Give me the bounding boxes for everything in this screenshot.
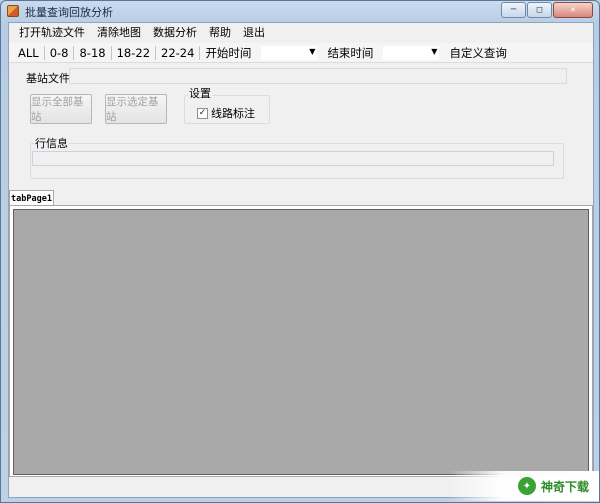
route-label-checkbox-row[interactable]: ✓ 线路标注: [197, 105, 255, 121]
settings-title: 设置: [188, 85, 212, 101]
watermark-logo-icon: ✦: [517, 477, 536, 495]
end-time-label: 结束时间: [327, 45, 374, 60]
menu-bar: 打开轨迹文件 清除地图 数据分析 帮助 退出: [9, 23, 593, 43]
station-file-label: 基站文件: [26, 72, 70, 85]
start-time-label: 开始时间: [205, 45, 252, 60]
filter-8-18-button[interactable]: 8-18: [74, 44, 110, 62]
filter-all-button[interactable]: ALL: [13, 44, 44, 62]
custom-query-button[interactable]: 自定义查询: [444, 44, 512, 62]
route-label-checkbox[interactable]: ✓: [197, 107, 208, 119]
route-label-text: 线路标注: [211, 107, 255, 120]
filter-22-24-button[interactable]: 22-24: [156, 44, 199, 62]
maximize-icon: □: [536, 5, 543, 15]
app-icon: [7, 5, 19, 17]
title-bar[interactable]: 批量查询回放分析 ─ □ ✕: [1, 1, 599, 21]
watermark: ✦ 神奇下载: [449, 471, 599, 501]
filter-18-22-button[interactable]: 18-22: [112, 44, 155, 62]
menu-exit[interactable]: 退出: [237, 23, 271, 43]
client-area: 打开轨迹文件 清除地图 数据分析 帮助 退出 ALL 0-8 8-18 18-2…: [8, 22, 594, 498]
main-window: 批量查询回放分析 ─ □ ✕ 打开轨迹文件 清除地图 数据分析 帮助 退出 AL…: [0, 0, 600, 503]
caption-buttons: ─ □ ✕: [501, 2, 593, 18]
checkmark-icon: ✓: [198, 107, 207, 118]
row-info-field[interactable]: [32, 151, 554, 166]
show-selected-stations-button[interactable]: 显示选定基站: [105, 94, 167, 124]
time-toolbar: ALL 0-8 8-18 18-22 22-24 开始时间 ▼ 结束时间 ▼ 自…: [9, 43, 593, 63]
station-file-field[interactable]: [69, 68, 567, 84]
maximize-button[interactable]: □: [527, 2, 552, 18]
minimize-button[interactable]: ─: [501, 2, 526, 18]
row-info-title: 行信息: [34, 135, 69, 151]
show-all-stations-button[interactable]: 显示全部基站: [30, 94, 92, 124]
map-canvas[interactable]: [13, 209, 589, 475]
dropdown-arrow-icon: ▼: [309, 46, 316, 56]
minimize-icon: ─: [510, 5, 517, 15]
menu-clear-map[interactable]: 清除地图: [91, 23, 147, 43]
tab-panel: [9, 205, 593, 477]
close-button[interactable]: ✕: [553, 2, 593, 18]
tab-page-1[interactable]: tabPage1: [9, 190, 54, 206]
menu-open-track-file[interactable]: 打开轨迹文件: [13, 23, 91, 43]
close-icon: ✕: [570, 5, 576, 15]
menu-data-analysis[interactable]: 数据分析: [147, 23, 203, 43]
dropdown-arrow-icon: ▼: [431, 46, 438, 56]
start-time-combo[interactable]: ▼: [260, 44, 319, 61]
watermark-text: 神奇下载: [540, 479, 589, 494]
window-title: 批量查询回放分析: [25, 6, 113, 19]
menu-help[interactable]: 帮助: [203, 23, 237, 43]
filter-0-8-button[interactable]: 0-8: [45, 44, 74, 62]
end-time-combo[interactable]: ▼: [382, 44, 441, 61]
